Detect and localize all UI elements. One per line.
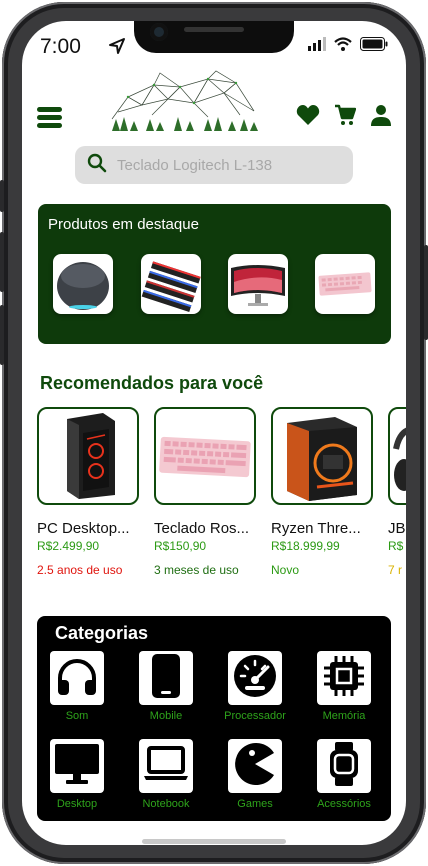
cellular-signal-icon (308, 37, 326, 56)
menu-icon[interactable] (37, 107, 62, 128)
camera (150, 23, 168, 41)
product-condition: 2.5 anos de uso (37, 563, 123, 577)
category-label: Som (65, 710, 89, 722)
category-games[interactable]: Games (215, 739, 295, 810)
recommended-title: Recomendados para você (40, 373, 264, 393)
category-label: Desktop (56, 798, 98, 810)
header-actions (296, 104, 392, 131)
search-input[interactable] (117, 156, 337, 174)
category-som[interactable]: Som (37, 651, 117, 722)
category-notebook[interactable]: Notebook (126, 739, 206, 810)
category-desktop[interactable]: Desktop (37, 739, 117, 810)
search-bar[interactable] (75, 146, 353, 184)
home-indicator[interactable] (142, 839, 286, 844)
notch (134, 21, 294, 53)
battery-icon (360, 37, 388, 56)
category-label: Mobile (149, 710, 183, 722)
product-price: R$2.499,90 (37, 539, 100, 553)
laptop-icon (143, 745, 189, 787)
recommended-card[interactable]: Teclado Ros... R$150,90 3 meses de uso (154, 407, 256, 577)
heart-icon[interactable] (296, 104, 320, 131)
phone-side-button (0, 305, 4, 365)
smartwatch-icon (327, 741, 361, 792)
category-memoria[interactable]: Memória (304, 651, 384, 722)
categories-panel: Categorias Som Mobile Processador Memóri… (37, 616, 391, 821)
product-name: Ryzen Thre... (271, 520, 361, 537)
featured-item-ram-memory[interactable] (141, 254, 201, 314)
featured-item-pink-keyboard[interactable] (315, 254, 375, 314)
phone-side-button (0, 180, 4, 212)
recommended-card[interactable]: Ryzen Thre... R$18.999,99 Novo (271, 407, 373, 577)
product-condition: 3 meses de uso (154, 563, 239, 577)
category-processador[interactable]: Processador (215, 651, 295, 722)
product-price: R$ (388, 539, 404, 553)
category-label: Memória (322, 710, 366, 722)
product-name: PC Desktop... (37, 520, 130, 537)
chip-icon (322, 654, 366, 703)
product-name: Teclado Ros... (154, 520, 250, 537)
cart-icon[interactable] (334, 104, 357, 131)
categories-title: Categorias (55, 623, 149, 643)
product-name: JB (388, 520, 406, 537)
category-acessorios[interactable]: Acessórios (304, 739, 384, 810)
mountain-logo (108, 67, 260, 133)
recommended-card[interactable]: JB R$ 7 r (388, 407, 406, 577)
search-icon (87, 153, 107, 178)
smartphone-icon (151, 653, 181, 704)
product-image-pink-keyboard (154, 407, 256, 505)
category-label: Notebook (142, 798, 190, 810)
featured-item-smart-speaker[interactable] (53, 254, 113, 314)
product-image-ryzen-box (271, 407, 373, 505)
speedometer-icon (232, 653, 278, 704)
product-image-headphones (388, 407, 406, 505)
headphones-icon (55, 656, 99, 701)
product-price: R$18.999,99 (271, 539, 340, 553)
phone-side-button (0, 232, 4, 292)
status-time: 7:00 (40, 35, 81, 58)
category-label: Acessórios (317, 798, 371, 810)
featured-item-curved-monitor[interactable] (228, 254, 288, 314)
featured-title: Produtos em destaque (48, 216, 199, 233)
featured-products-panel: Produtos em destaque (38, 204, 391, 344)
speaker (184, 27, 244, 32)
category-label: Processador (224, 710, 286, 722)
monitor-icon (54, 743, 100, 790)
product-condition: Novo (271, 563, 300, 577)
user-icon[interactable] (370, 104, 392, 131)
pacman-icon (232, 741, 278, 792)
category-mobile[interactable]: Mobile (126, 651, 206, 722)
location-arrow-icon (108, 37, 126, 60)
wifi-icon (334, 37, 352, 56)
phone-side-button (424, 245, 428, 340)
recommended-card[interactable]: PC Desktop... R$2.499,90 2.5 anos de uso (37, 407, 139, 577)
product-image-pc-desktop (37, 407, 139, 505)
category-label: Games (237, 798, 273, 810)
product-price: R$150,90 (154, 539, 207, 553)
status-icons (308, 37, 388, 56)
app-screen: 7:00 Teclado Logitech L-138 Produtos em … (22, 21, 406, 845)
product-condition: 7 r (388, 563, 403, 577)
